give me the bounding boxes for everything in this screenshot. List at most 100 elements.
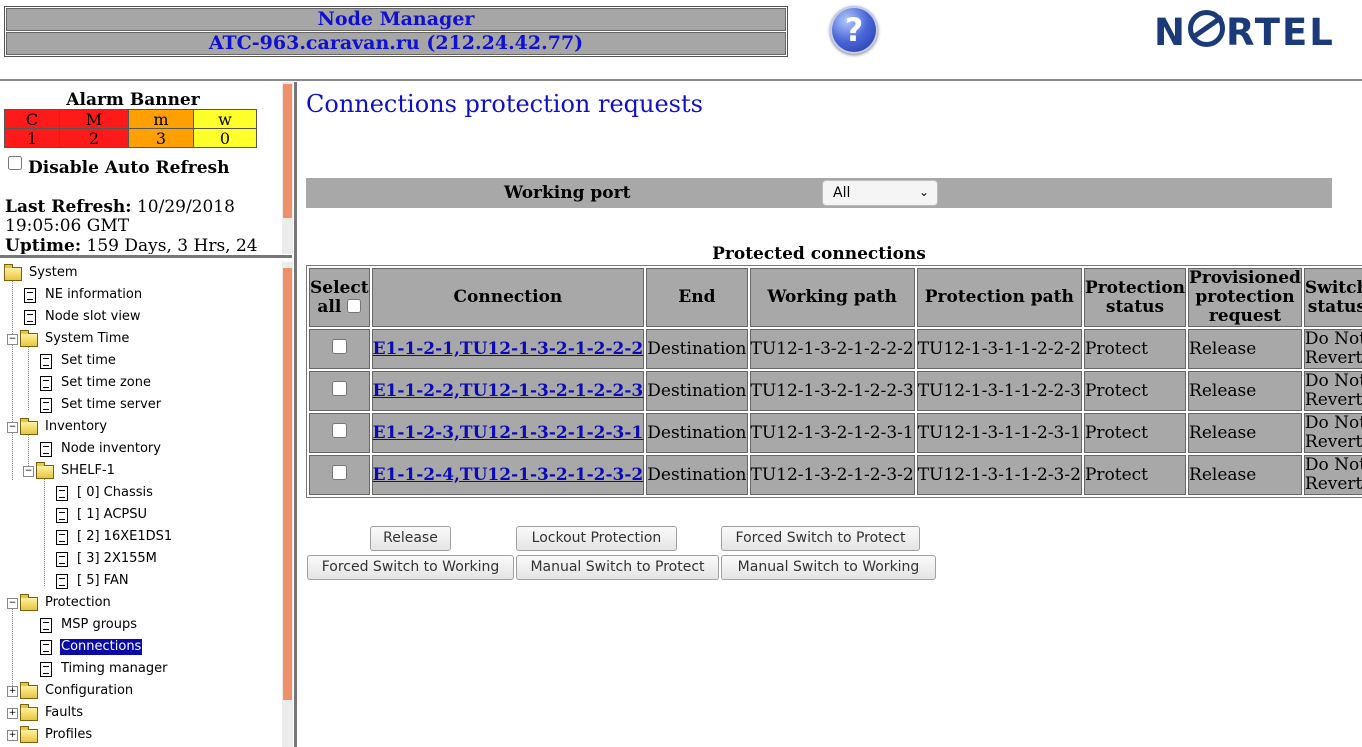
- switch-status-cell: Do Not Revert: [1303, 413, 1362, 453]
- document-icon: [40, 398, 52, 413]
- row-checkbox[interactable]: [331, 381, 347, 396]
- column-select-all: Select all: [309, 268, 370, 327]
- column-protection-status: Protection status: [1083, 268, 1187, 327]
- last-refresh: Last Refresh: 10/29/2018 19:05:06 GMT: [5, 198, 235, 236]
- pane-divider[interactable]: [0, 255, 292, 258]
- folder-icon: [20, 704, 38, 721]
- header-divider: [0, 79, 1362, 81]
- open-folder-icon: [4, 264, 22, 281]
- column-protection-path: Protection path: [916, 268, 1082, 327]
- manual-switch-to-working-button[interactable]: Manual Switch to Working: [721, 555, 936, 580]
- nortel-logo: N RTEL: [1154, 10, 1335, 54]
- alarm-warning-label: w: [193, 109, 257, 129]
- protection-status-cell: Protect: [1083, 455, 1187, 495]
- document-icon: [56, 508, 68, 523]
- end-cell: Destination: [646, 413, 748, 453]
- alarm-minor-count[interactable]: 3: [128, 128, 194, 148]
- end-cell: Destination: [646, 455, 748, 495]
- last-refresh-time: 19:05:06 GMT: [5, 216, 130, 236]
- alarm-pane-scroll-thumb[interactable]: [283, 84, 292, 218]
- question-mark-icon: ?: [844, 11, 864, 49]
- table-caption: Protected connections: [712, 244, 926, 264]
- protection-path-cell: TU12-1-3-1-1-2-3-2: [916, 455, 1082, 495]
- protection-path-cell: TU12-1-3-1-1-2-2-3: [916, 371, 1082, 411]
- provisioned-request-cell: Release: [1188, 413, 1302, 453]
- open-folder-icon: [20, 418, 38, 435]
- collapse-icon[interactable]: −: [7, 598, 18, 609]
- document-icon: [56, 552, 68, 567]
- forced-switch-to-working-button[interactable]: Forced Switch to Working: [307, 555, 514, 580]
- connection-link[interactable]: E1-1-2-1,TU12-1-3-2-1-2-2-2: [373, 339, 644, 359]
- document-icon: [40, 640, 52, 655]
- connection-link[interactable]: E1-1-2-3,TU12-1-3-2-1-2-3-1: [373, 423, 644, 443]
- expand-icon[interactable]: +: [7, 730, 18, 741]
- header-banner: Node Manager ATC-963.caravan.ru (212.24.…: [4, 6, 788, 57]
- disable-auto-refresh: Disable Auto Refresh: [8, 156, 230, 178]
- working-port-select[interactable]: All ⌄: [822, 180, 938, 206]
- table-row: E1-1-2-4,TU12-1-3-2-1-2-3-2 Destination …: [309, 455, 1362, 495]
- collapse-icon[interactable]: −: [23, 466, 34, 477]
- protection-status-cell: Protect: [1083, 371, 1187, 411]
- open-folder-icon: [20, 594, 38, 611]
- last-refresh-date: 10/29/2018: [136, 197, 235, 217]
- alarm-pane: Alarm Banner C M m w 1 2 3 0 Disable Aut…: [0, 82, 282, 254]
- row-checkbox[interactable]: [331, 423, 347, 438]
- alarm-banner-title: Alarm Banner: [66, 90, 200, 110]
- connection-link[interactable]: E1-1-2-2,TU12-1-3-2-1-2-2-3: [373, 381, 644, 401]
- alarm-warning-count[interactable]: 0: [193, 128, 257, 148]
- table-row: E1-1-2-2,TU12-1-3-2-1-2-2-3 Destination …: [309, 371, 1362, 411]
- protection-path-cell: TU12-1-3-1-1-2-2-2: [916, 329, 1082, 369]
- alarm-minor-label: m: [128, 109, 194, 129]
- working-port-label: Working port: [504, 183, 631, 203]
- provisioned-request-cell: Release: [1188, 329, 1302, 369]
- expand-icon[interactable]: +: [7, 708, 18, 719]
- row-checkbox[interactable]: [331, 465, 347, 480]
- document-icon: [56, 574, 68, 589]
- alarm-banner-table: C M m w 1 2 3 0: [4, 109, 257, 148]
- open-folder-icon: [36, 462, 54, 479]
- alarm-critical-count[interactable]: 1: [4, 128, 60, 148]
- document-icon: [56, 486, 68, 501]
- uptime-label: Uptime:: [5, 236, 82, 254]
- table-row: E1-1-2-1,TU12-1-3-2-1-2-2-2 Destination …: [309, 329, 1362, 369]
- navigation-tree: System NE information Node slot view − S…: [0, 262, 282, 747]
- column-switch-status: Switch status: [1303, 268, 1362, 327]
- select-all-checkbox[interactable]: [347, 298, 362, 313]
- lockout-protection-button[interactable]: Lockout Protection: [516, 526, 677, 551]
- disable-auto-refresh-checkbox[interactable]: [8, 156, 22, 170]
- protection-path-cell: TU12-1-3-1-1-2-3-1: [916, 413, 1082, 453]
- connection-link[interactable]: E1-1-2-4,TU12-1-3-2-1-2-3-2: [373, 465, 644, 485]
- manual-switch-to-protect-button[interactable]: Manual Switch to Protect: [516, 555, 719, 580]
- collapse-icon[interactable]: −: [7, 334, 18, 345]
- node-name: ATC-963.caravan.ru (212.24.42.77): [6, 32, 786, 55]
- row-checkbox[interactable]: [331, 339, 347, 354]
- help-button[interactable]: ?: [830, 6, 878, 54]
- uptime: Uptime: 159 Days, 3 Hrs, 24: [5, 236, 258, 254]
- tree-scrollbar[interactable]: [282, 262, 293, 747]
- alarm-pane-scrollbar[interactable]: [282, 82, 293, 254]
- frame-divider[interactable]: [294, 82, 297, 747]
- working-path-cell: TU12-1-3-2-1-2-3-2: [749, 455, 915, 495]
- alarm-major-count[interactable]: 2: [59, 128, 129, 148]
- protection-status-cell: Protect: [1083, 413, 1187, 453]
- switch-status-cell: Do Not Revert: [1303, 329, 1362, 369]
- switch-status-cell: Do Not Revert: [1303, 371, 1362, 411]
- provisioned-request-cell: Release: [1188, 455, 1302, 495]
- tree-scroll-thumb[interactable]: [283, 268, 292, 700]
- expand-icon[interactable]: +: [7, 686, 18, 697]
- forced-switch-to-protect-button[interactable]: Forced Switch to Protect: [721, 526, 920, 551]
- working-path-cell: TU12-1-3-2-1-2-2-3: [749, 371, 915, 411]
- uptime-value: 159 Days, 3 Hrs, 24: [86, 236, 258, 254]
- document-icon: [56, 530, 68, 545]
- collapse-icon[interactable]: −: [7, 422, 18, 433]
- protected-connections-table: Select all Connection End Working path P…: [306, 265, 1362, 498]
- document-icon: [40, 662, 52, 677]
- document-icon: [40, 354, 52, 369]
- provisioned-request-cell: Release: [1188, 371, 1302, 411]
- release-button[interactable]: Release: [370, 526, 451, 551]
- folder-icon: [20, 726, 38, 743]
- disable-auto-refresh-label: Disable Auto Refresh: [28, 158, 230, 178]
- working-path-cell: TU12-1-3-2-1-2-3-1: [749, 413, 915, 453]
- end-cell: Destination: [646, 329, 748, 369]
- end-cell: Destination: [646, 371, 748, 411]
